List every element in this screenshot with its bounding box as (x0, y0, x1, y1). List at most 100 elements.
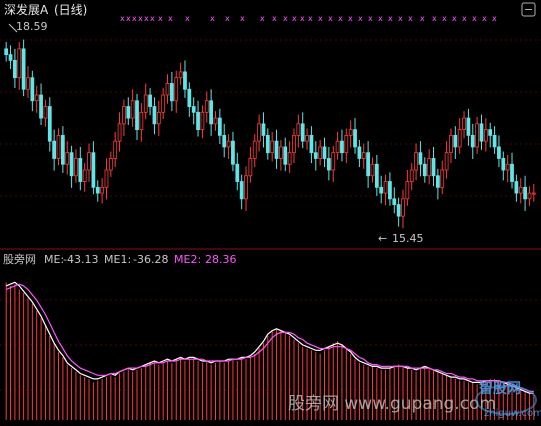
candle (261, 112, 266, 148)
candle-body (143, 94, 148, 113)
candle-body (196, 111, 200, 131)
candle-body (453, 134, 458, 148)
candle (518, 178, 523, 204)
candle-body (388, 181, 392, 200)
candle (527, 186, 532, 206)
candle-body (191, 106, 196, 113)
corner-icon[interactable] (521, 2, 536, 17)
candle (39, 83, 43, 125)
candle (470, 123, 475, 160)
candle (257, 114, 261, 152)
stock-title: 深发展A (4, 2, 49, 17)
candle (366, 141, 370, 188)
event-marker: x (308, 14, 313, 23)
candle-body (531, 192, 536, 195)
event-marker: x (158, 14, 163, 23)
candle-body (449, 134, 453, 154)
candle-body (440, 169, 445, 188)
candle-body (265, 134, 270, 154)
candle (335, 131, 340, 160)
event-marker: x (168, 14, 173, 23)
candle-body (87, 152, 91, 171)
candle-body (47, 106, 52, 142)
candle-body (366, 152, 370, 177)
candle (287, 141, 292, 173)
candle (226, 134, 231, 160)
candle-body (422, 163, 427, 177)
candle (401, 189, 405, 229)
candle (418, 141, 423, 177)
candle (156, 100, 161, 136)
candle (213, 111, 218, 131)
candle (69, 145, 74, 188)
me-value: -43.13 (63, 253, 98, 266)
candle (270, 131, 275, 162)
candle (326, 146, 331, 181)
candle (104, 158, 109, 200)
candle-body (514, 181, 519, 194)
candle (91, 141, 96, 195)
candle (322, 137, 327, 168)
candle-body (82, 169, 87, 182)
event-marker: x (420, 14, 425, 23)
candle-body (122, 106, 126, 125)
candle (348, 120, 353, 148)
candle (78, 146, 83, 191)
me2-label: ME2: (174, 253, 201, 266)
candle-body (156, 111, 161, 125)
candle-body (95, 186, 100, 194)
candle (409, 163, 414, 191)
candle-body (418, 152, 423, 165)
candle-body (374, 163, 379, 188)
candle (370, 157, 375, 183)
candle (248, 146, 253, 183)
candle (95, 180, 100, 202)
candle-body (348, 129, 353, 136)
candle-body (270, 140, 275, 154)
candle (139, 103, 144, 142)
event-marker: x (185, 14, 190, 23)
candle-body (296, 123, 301, 136)
candle (161, 88, 166, 120)
me1-line (5, 281, 534, 394)
candle-body (392, 198, 397, 206)
event-marker: x (240, 14, 245, 23)
candle-body (26, 77, 30, 90)
candle-body (65, 152, 70, 165)
candle (292, 128, 296, 164)
candle (174, 70, 179, 113)
candle (26, 66, 30, 98)
event-marker: x (328, 14, 333, 23)
candle (431, 146, 436, 187)
candle-body (261, 123, 266, 136)
low-price-arrow: ← (378, 232, 387, 245)
candle (466, 108, 471, 146)
candle-body (100, 186, 104, 194)
candle-body (117, 123, 122, 142)
candle-body (287, 152, 292, 165)
event-marker: x (120, 14, 125, 23)
candle-body (170, 83, 174, 102)
event-marker: x (132, 14, 137, 23)
candle-body (396, 204, 401, 217)
event-marker: x (338, 14, 343, 23)
candle (283, 137, 288, 172)
candle (135, 93, 139, 140)
candle (178, 62, 183, 85)
candle-body (353, 129, 357, 148)
candle (514, 174, 519, 202)
candle-body (257, 123, 261, 142)
candle-body (135, 100, 139, 131)
candle (392, 187, 397, 214)
candle (204, 91, 209, 123)
candle-body (60, 134, 65, 165)
candle (309, 126, 314, 164)
chart-stage: 深发展A (日线) xxxxxxxxxxxxxxxxxxxxxxxxxxxxxx… (0, 2, 541, 420)
candle (235, 152, 240, 191)
candle-body (30, 77, 35, 102)
candle-body (331, 152, 336, 171)
candle (300, 112, 305, 149)
candle-body (497, 146, 501, 159)
candle (113, 131, 118, 168)
candle-body (108, 158, 113, 171)
